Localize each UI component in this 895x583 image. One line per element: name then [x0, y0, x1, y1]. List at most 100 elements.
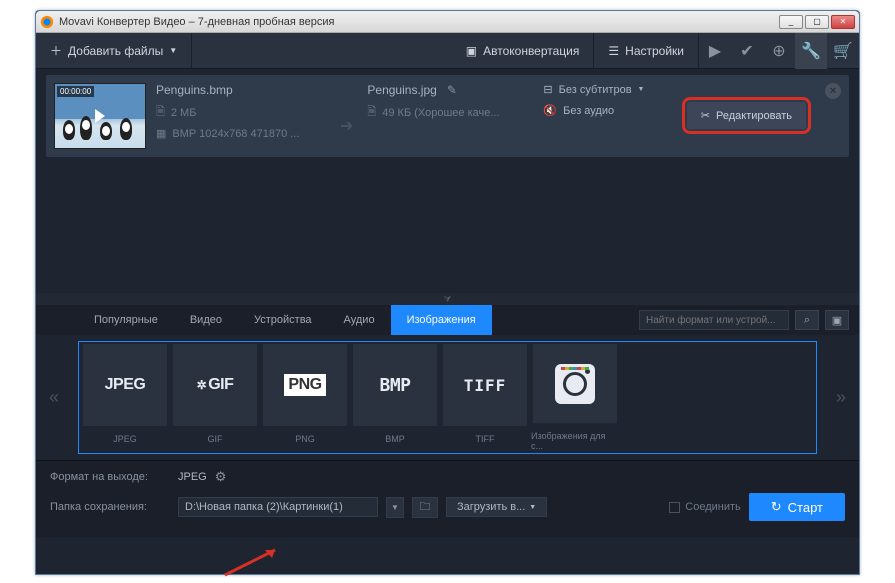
format-png[interactable]: PNG PNG [261, 344, 349, 451]
input-size: 2 МБ [171, 107, 197, 119]
youtube-icon[interactable]: ▶ [699, 33, 731, 69]
output-format-label: Формат на выходе: [50, 471, 170, 483]
titlebar: Movavi Конвертер Видео – 7-дневная пробн… [36, 11, 859, 33]
file-input-meta: Penguins.bmp 🗎 2 МБ ▦ BMP 1024x768 471870 … [156, 83, 326, 145]
file-extra-meta: ⊟ Без субтитров ▼ 🔇 Без аудио [543, 83, 673, 125]
minimize-button[interactable]: _ [779, 15, 803, 29]
image-icon: ▦ [156, 127, 166, 140]
window-title: Movavi Конвертер Видео – 7-дневная пробн… [59, 16, 777, 28]
bmp-logo: BMP [379, 375, 410, 396]
tab-images[interactable]: Изображения [391, 305, 492, 335]
edit-button[interactable]: ✂ Редактировать [687, 102, 806, 129]
gear-icon[interactable]: ⚙ [215, 469, 227, 485]
bottom-panel: Формат на выходе: JPEG ⚙ Папка сохранени… [36, 460, 859, 537]
format-instagram[interactable]: Изображения для с... [531, 344, 619, 451]
dropdown-icon: ▼ [638, 86, 645, 93]
format-label: GIF [208, 434, 223, 444]
cart-icon[interactable]: 🛒 [827, 33, 859, 69]
dropdown-icon: ▼ [529, 504, 536, 511]
main-toolbar: ＋ Добавить файлы ▼ ▣ Автоконвертация ☰ Н… [36, 33, 859, 69]
output-format-value: JPEG [178, 471, 207, 483]
start-button[interactable]: ↻ Старт [749, 493, 845, 521]
output-filename: Penguins.jpg [367, 83, 436, 97]
edit-button-highlight: ✂ Редактировать [682, 97, 811, 134]
autoconvert-label: Автоконвертация [483, 44, 579, 58]
merge-checkbox[interactable]: Соединить [669, 501, 741, 513]
format-gif[interactable]: GIF GIF [171, 344, 259, 451]
merge-label: Соединить [685, 501, 741, 513]
search-input[interactable] [639, 310, 789, 330]
settings-button[interactable]: ☰ Настройки [594, 33, 699, 69]
settings-label: Настройки [625, 44, 684, 58]
subtitles-value[interactable]: Без субтитров [559, 84, 632, 96]
autoconvert-button[interactable]: ▣ Автоконвертация [452, 33, 595, 69]
checkbox-icon [669, 502, 680, 513]
format-bmp[interactable]: BMP BMP [351, 344, 439, 451]
empty-area [36, 163, 859, 293]
tab-popular[interactable]: Популярные [78, 305, 174, 335]
file-icon: 🗎 [367, 103, 376, 122]
menu-icon: ☰ [608, 44, 619, 58]
arrow-icon: ➔ [340, 116, 353, 136]
save-folder-path[interactable]: D:\Новая папка (2)\Картинки(1) [178, 497, 378, 517]
gif-logo: GIF [197, 376, 234, 394]
app-window: Movavi Конвертер Видео – 7-дневная пробн… [35, 10, 860, 575]
edit-name-icon[interactable]: ✎ [447, 83, 457, 97]
vk-icon[interactable]: ✔ [731, 33, 763, 69]
tab-video[interactable]: Видео [174, 305, 238, 335]
formats-list: JPEG JPEG GIF GIF PNG PNG BMP BMP TIFF T… [78, 341, 817, 454]
audio-mute-icon: 🔇 [543, 104, 557, 117]
input-filename: Penguins.bmp [156, 83, 326, 97]
save-folder-label: Папка сохранения: [50, 501, 170, 513]
output-size: 49 КБ (Хорошее каче... [382, 107, 499, 119]
tab-audio[interactable]: Аудио [328, 305, 391, 335]
format-label: PNG [295, 434, 315, 444]
refresh-icon: ↻ [771, 499, 782, 515]
browse-folder-button[interactable]: 🗀 [412, 497, 438, 518]
input-dims: BMP 1024x768 471870 ... [172, 128, 299, 140]
scissors-icon: ✂ [701, 109, 710, 122]
upload-label: Загрузить в... [457, 501, 525, 513]
tiff-logo: TIFF [464, 376, 507, 395]
plus-icon: ＋ [50, 42, 62, 59]
formats-strip: « JPEG JPEG GIF GIF PNG PNG BMP BMP TIFF… [36, 335, 859, 460]
tab-devices[interactable]: Устройства [238, 305, 328, 335]
start-label: Старт [788, 500, 823, 515]
formats-tabs: Популярные Видео Устройства Аудио Изобра… [36, 305, 859, 335]
format-jpeg[interactable]: JPEG JPEG [81, 344, 169, 451]
search-settings-button[interactable]: ⌕ [795, 310, 819, 330]
play-icon [95, 109, 105, 123]
format-label: Изображения для с... [531, 431, 619, 451]
key-icon[interactable]: 🔧 [795, 33, 827, 69]
file-output-meta: Penguins.jpg ✎ 🗎 49 КБ (Хорошее каче... [367, 83, 527, 127]
maximize-button[interactable]: ▢ [805, 15, 829, 29]
add-files-button[interactable]: ＋ Добавить файлы ▼ [36, 33, 192, 69]
upload-button[interactable]: Загрузить в... ▼ [446, 497, 547, 517]
png-logo: PNG [284, 374, 325, 396]
jpeg-logo: JPEG [105, 376, 146, 394]
scroll-right-button[interactable]: » [823, 335, 859, 460]
format-label: BMP [385, 434, 405, 444]
camera-icon: ▣ [466, 44, 477, 58]
file-thumbnail[interactable]: 00:00:00 [54, 83, 146, 149]
close-button[interactable]: ✕ [831, 15, 855, 29]
file-item[interactable]: 00:00:00 Penguins.bmp 🗎 2 МБ ▦ BMP 1024x76… [46, 75, 849, 157]
app-logo-icon [40, 15, 54, 29]
format-label: TIFF [476, 434, 495, 444]
path-dropdown-button[interactable]: ▼ [386, 497, 404, 518]
edit-button-label: Редактировать [716, 110, 792, 122]
world-icon[interactable]: ⊕ [763, 33, 795, 69]
instagram-icon [555, 364, 595, 404]
format-label: JPEG [113, 434, 137, 444]
add-files-label: Добавить файлы [68, 44, 163, 58]
file-icon: 🗎 [156, 103, 165, 122]
scroll-left-button[interactable]: « [36, 335, 72, 460]
dropdown-icon: ▼ [169, 46, 177, 55]
timestamp-badge: 00:00:00 [57, 86, 94, 97]
audio-value[interactable]: Без аудио [563, 105, 614, 117]
subtitle-icon: ⊟ [543, 83, 552, 96]
remove-file-button[interactable]: ✕ [825, 83, 841, 99]
collapse-toggle[interactable]: ⮛ [36, 293, 859, 305]
format-tiff[interactable]: TIFF TIFF [441, 344, 529, 451]
camera-search-button[interactable]: ▣ [825, 310, 849, 330]
